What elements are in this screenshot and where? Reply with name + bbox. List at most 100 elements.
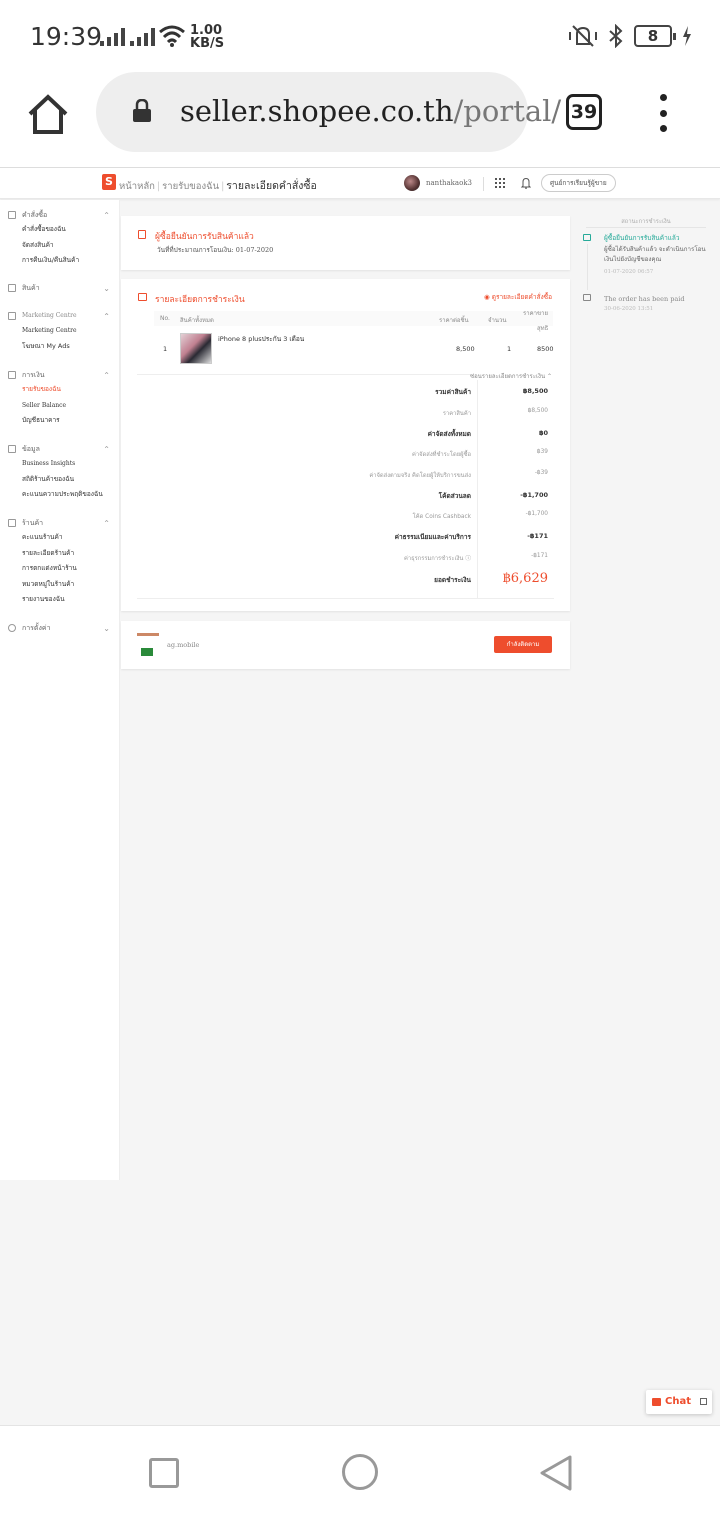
sidebar-group-finance: การเงิน ⌃ รายรับของฉัน Seller Balance บัญ… xyxy=(0,368,120,429)
sidebar-item-my-orders[interactable]: คำสั่งซื้อของฉัน xyxy=(0,222,120,238)
username: nanthakaok3 xyxy=(426,179,473,187)
clipboard-icon xyxy=(8,211,16,219)
home-icon[interactable] xyxy=(26,92,70,136)
sidebar-item-shop-profile[interactable]: รายละเอียดร้านค้า xyxy=(0,546,120,562)
seller-education-button[interactable]: ศูนย์การเรียนรู้ผู้ขาย xyxy=(541,174,616,192)
breadcrumb-home[interactable]: หน้าหลัก xyxy=(119,181,155,192)
sidebar-item-marketing-centre[interactable]: Marketing Centre xyxy=(0,323,120,339)
summary-row: โค้ดส่วนลด -฿1,700 xyxy=(121,489,570,503)
order-status-card: ผู้ซื้อยืนยันการรับสินค้าแล้ว วันที่ที่ป… xyxy=(121,216,570,270)
sidebar-head-settings[interactable]: การตั้งค่า ⌄ xyxy=(0,621,120,635)
apps-grid-icon[interactable] xyxy=(495,178,505,188)
sidebar-item-business-insights[interactable]: Business Insights xyxy=(0,456,120,472)
summary-value: -฿171 xyxy=(527,532,548,540)
chevron-up-icon: ⌃ xyxy=(103,445,110,454)
chart-icon xyxy=(8,445,16,453)
sidebar-item-shop-categories[interactable]: หมวดหมู่ในร้านค้า xyxy=(0,577,120,593)
chat-button[interactable]: Chat xyxy=(646,1390,712,1414)
sidebar-item-my-ads[interactable]: โฆษณา My Ads xyxy=(0,339,120,355)
timeline-event-title: ผู้ซื้อยืนยันการรับสินค้าแล้ว xyxy=(604,234,680,242)
chat-label: Chat xyxy=(665,1396,691,1407)
network-speed-unit: KB/S xyxy=(190,36,225,51)
estimated-transfer-date: วันที่ที่ประมาณการโอนเงิน: 01-07-2020 xyxy=(157,246,274,254)
summary-label: ค่าจัดส่งทั้งหมด xyxy=(427,430,471,438)
wallet-icon xyxy=(8,371,16,379)
col-unit-price: ราคาต่อชิ้น xyxy=(439,317,469,324)
product-image[interactable] xyxy=(180,333,212,364)
sidebar-item-my-reports[interactable]: รายงานของฉัน xyxy=(0,592,120,608)
sidebar-item-seller-balance[interactable]: Seller Balance xyxy=(0,398,120,414)
summary-value: ฿8,500 xyxy=(527,408,548,414)
sidebar-head-data[interactable]: ข้อมูล ⌃ xyxy=(0,442,120,456)
following-button[interactable]: กำลังติดตาม xyxy=(494,636,552,653)
payment-details-title: รายละเอียดการชำระเงิน xyxy=(155,295,245,305)
product-name[interactable]: iPhone 8 plusประกัน 3 เดือน xyxy=(218,334,304,344)
receipt-icon xyxy=(583,234,591,241)
summary-label: ค่าธรรมเนียมและค่าบริการ xyxy=(394,533,471,541)
sidebar-item-shipping[interactable]: จัดส่งสินค้า xyxy=(0,238,120,254)
user-menu[interactable]: nanthakaok3 xyxy=(404,175,472,191)
chat-icon xyxy=(652,1398,661,1406)
timeline-event-time: 30-06-2020 13:51 xyxy=(604,306,654,312)
bell-icon[interactable] xyxy=(521,177,531,189)
tab-switcher-button[interactable]: 39 xyxy=(566,94,602,130)
timeline-event-time: 01-07-2020 06:57 xyxy=(604,269,654,275)
bluetooth-icon xyxy=(609,24,623,48)
vibrate-mute-icon xyxy=(569,25,597,47)
shopee-logo[interactable]: S xyxy=(102,174,116,190)
sidebar-head-orders[interactable]: คำสั่งซื้อ ⌃ xyxy=(0,208,120,222)
sidebar-item-shop-stats[interactable]: สถิติร้านค้าของฉัน xyxy=(0,472,120,488)
chevron-down-icon: ⌄ xyxy=(103,284,110,293)
sidebar-item-performance[interactable]: คะแนนความประพฤติของฉัน xyxy=(0,487,120,503)
sidebar-group-marketing: Marketing Centre ⌃ Marketing Centre โฆษณา… xyxy=(0,309,120,354)
sidebar-head-marketing[interactable]: Marketing Centre ⌃ xyxy=(0,309,120,323)
expand-icon[interactable] xyxy=(700,1398,707,1405)
buyer-card: ag.mobile กำลังติดตาม xyxy=(121,621,570,669)
android-nav-bar xyxy=(0,1425,720,1520)
sidebar-head-finance[interactable]: การเงิน ⌃ xyxy=(0,368,120,382)
total-label: ยอดชำระเงิน xyxy=(434,576,471,584)
col-subtotal: ราคาขาย xyxy=(523,310,548,317)
signal-icon xyxy=(100,28,125,46)
divider xyxy=(137,374,474,375)
summary-label: รวมค่าสินค้า xyxy=(435,388,471,396)
sidebar-item-shop-decoration[interactable]: การตกแต่งหน้าร้าน xyxy=(0,561,120,577)
chevron-up-icon: ⌃ xyxy=(103,312,110,321)
sidebar-item-my-income[interactable]: รายรับของฉัน xyxy=(0,382,120,398)
summary-label: โค้ดส่วนลด xyxy=(438,492,471,500)
chevron-up-icon: ⌃ xyxy=(103,519,110,528)
android-status-bar: 19:39 1.00 KB/S 8 xyxy=(0,0,720,72)
address-bar[interactable]: seller.shopee.co.th/portal/ xyxy=(96,72,561,152)
sidebar-head-products[interactable]: สินค้า ⌄ xyxy=(0,281,120,295)
timeline-connector xyxy=(587,244,588,290)
tag-icon xyxy=(8,312,16,320)
divider xyxy=(483,177,484,191)
sidebar-item-bank-account[interactable]: บัญชีธนาคาร xyxy=(0,413,120,429)
buyer-shop-logo[interactable] xyxy=(137,633,159,657)
back-button[interactable] xyxy=(538,1454,574,1492)
col-product: สินค้าทั้งหมด xyxy=(180,317,214,324)
sidebar-head-shop[interactable]: ร้านค้า ⌃ xyxy=(0,516,120,530)
toggle-payment-summary[interactable]: ซ่อนรายละเอียดการชำระเงิน ⌃ xyxy=(470,371,552,381)
home-button[interactable] xyxy=(342,1454,378,1490)
toggle-label: ซ่อนรายละเอียดการชำระเงิน xyxy=(470,373,546,380)
buyer-name[interactable]: ag.mobile xyxy=(167,641,199,649)
payment-icon xyxy=(138,293,147,301)
web-page: S หน้าหลัก | รายรับของฉัน | รายละเอียดคำสั่ง… xyxy=(0,169,720,1425)
sidebar-item-returns[interactable]: การคืนเงิน/คืนสินค้า xyxy=(0,253,120,269)
order-link-label: ดูรายละเอียดคำสั่งซื้อ xyxy=(491,293,552,301)
summary-label: ค่าธุรกรรมการชำระเงิน ⓘ xyxy=(403,556,471,562)
sidebar-item-shop-rating[interactable]: คะแนนร้านค้า xyxy=(0,530,120,546)
summary-row: โค้ด Coins Cashback -฿1,700 xyxy=(121,509,570,523)
timeline-heading: สถานะการชำระเงิน xyxy=(621,219,671,225)
table-header: No. สินค้าทั้งหมด ราคาต่อชิ้น จำนวน ราคา… xyxy=(154,310,553,332)
summary-value: -฿1,700 xyxy=(525,511,548,517)
view-order-details-link[interactable]: ◉ ดูรายละเอียดคำสั่งซื้อ xyxy=(484,292,552,302)
summary-row: ค่าธุรกรรมการชำระเงิน ⓘ -฿171 xyxy=(121,551,570,565)
network-speed: 1.00 KB/S xyxy=(190,24,224,50)
browser-toolbar: seller.shopee.co.th/portal/ 39 xyxy=(0,72,720,168)
recent-apps-button[interactable] xyxy=(149,1458,179,1488)
breadcrumb-income[interactable]: รายรับของฉัน xyxy=(162,181,219,192)
chevron-up-icon: ⌃ xyxy=(103,211,110,220)
browser-menu-icon[interactable] xyxy=(660,94,668,132)
